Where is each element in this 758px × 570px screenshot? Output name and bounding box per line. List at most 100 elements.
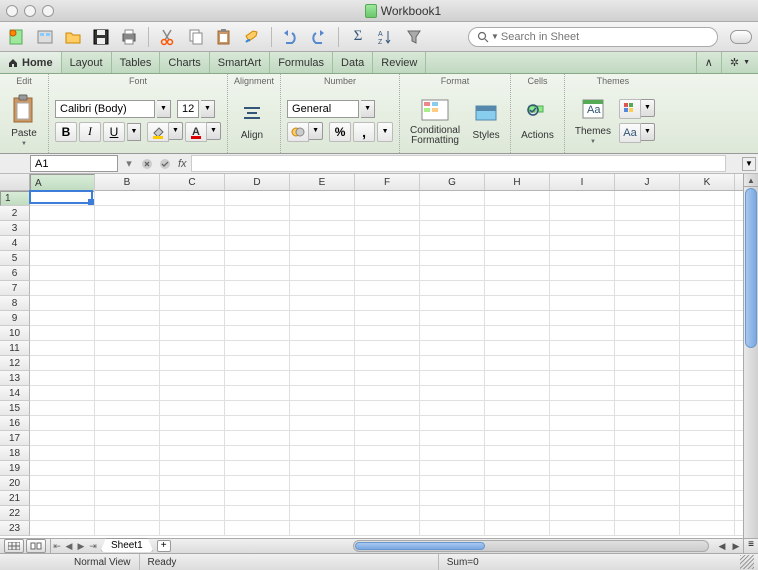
cell-J12[interactable] <box>615 356 680 371</box>
paste-big-button[interactable]: Paste ▼ <box>6 92 42 149</box>
row-header-10[interactable]: 10 <box>0 326 30 341</box>
sheet-tab-active[interactable]: Sheet1 <box>100 538 154 552</box>
cell-B7[interactable] <box>95 281 160 296</box>
cell-F8[interactable] <box>355 296 420 311</box>
scroll-left-arrow[interactable]: ◀ <box>715 541 729 552</box>
cell-E21[interactable] <box>290 491 355 506</box>
cell-C11[interactable] <box>160 341 225 356</box>
cell-E13[interactable] <box>290 371 355 386</box>
cell-G2[interactable] <box>420 206 485 221</box>
cell-E9[interactable] <box>290 311 355 326</box>
cell-D13[interactable] <box>225 371 290 386</box>
cell-K13[interactable] <box>680 371 735 386</box>
ribbon-settings-button[interactable]: ✲▼ <box>721 52 758 73</box>
cell-G11[interactable] <box>420 341 485 356</box>
cell-K12[interactable] <box>680 356 735 371</box>
row-header-9[interactable]: 9 <box>0 311 30 326</box>
cell-A8[interactable] <box>30 296 95 311</box>
cell-G7[interactable] <box>420 281 485 296</box>
cell-D3[interactable] <box>225 221 290 236</box>
column-header-E[interactable]: E <box>290 174 355 190</box>
row-header-2[interactable]: 2 <box>0 206 30 221</box>
cell-K21[interactable] <box>680 491 735 506</box>
cell-E1[interactable] <box>290 191 355 206</box>
scroll-right-arrow[interactable]: ▶ <box>729 541 743 552</box>
cell-H20[interactable] <box>485 476 550 491</box>
cell-G12[interactable] <box>420 356 485 371</box>
actions-button[interactable]: Actions <box>517 98 558 143</box>
font-color-dropdown[interactable]: ▼ <box>207 122 221 140</box>
cell-A17[interactable] <box>30 431 95 446</box>
cell-I3[interactable] <box>550 221 615 236</box>
cell-A5[interactable] <box>30 251 95 266</box>
cell-J16[interactable] <box>615 416 680 431</box>
cell-F21[interactable] <box>355 491 420 506</box>
minimize-window-button[interactable] <box>24 5 36 17</box>
cell-A14[interactable] <box>30 386 95 401</box>
cell-J20[interactable] <box>615 476 680 491</box>
undo-button[interactable] <box>280 26 302 48</box>
cell-H1[interactable] <box>485 191 550 206</box>
cell-F18[interactable] <box>355 446 420 461</box>
cell-C16[interactable] <box>160 416 225 431</box>
cell-C20[interactable] <box>160 476 225 491</box>
row-header-23[interactable]: 23 <box>0 521 30 536</box>
cell-G18[interactable] <box>420 446 485 461</box>
cell-G9[interactable] <box>420 311 485 326</box>
format-painter-button[interactable] <box>241 26 263 48</box>
fx-label[interactable]: fx <box>178 158 187 170</box>
cell-E22[interactable] <box>290 506 355 521</box>
cell-A1[interactable] <box>30 191 95 206</box>
cell-I1[interactable] <box>550 191 615 206</box>
cell-I2[interactable] <box>550 206 615 221</box>
select-all-corner[interactable] <box>0 174 30 190</box>
tab-tables[interactable]: Tables <box>112 52 161 73</box>
cell-K18[interactable] <box>680 446 735 461</box>
cell-G22[interactable] <box>420 506 485 521</box>
cell-E23[interactable] <box>290 521 355 536</box>
font-name-dropdown[interactable]: ▼ <box>157 100 171 118</box>
cell-B14[interactable] <box>95 386 160 401</box>
search-dropdown-icon[interactable]: ▼ <box>491 32 499 41</box>
cell-I18[interactable] <box>550 446 615 461</box>
cell-C23[interactable] <box>160 521 225 536</box>
cell-F2[interactable] <box>355 206 420 221</box>
cell-D16[interactable] <box>225 416 290 431</box>
print-button[interactable] <box>118 26 140 48</box>
cell-H13[interactable] <box>485 371 550 386</box>
theme-colors-dropdown[interactable]: ▼ <box>641 99 655 117</box>
cells-area[interactable] <box>30 191 743 536</box>
cell-J9[interactable] <box>615 311 680 326</box>
name-box[interactable]: A1 <box>30 155 118 172</box>
zoom-window-button[interactable] <box>42 5 54 17</box>
cell-B16[interactable] <box>95 416 160 431</box>
cell-H18[interactable] <box>485 446 550 461</box>
underline-button[interactable]: U <box>103 122 125 142</box>
cell-B20[interactable] <box>95 476 160 491</box>
cell-D9[interactable] <box>225 311 290 326</box>
cell-B23[interactable] <box>95 521 160 536</box>
cell-K3[interactable] <box>680 221 735 236</box>
cell-G5[interactable] <box>420 251 485 266</box>
cell-A15[interactable] <box>30 401 95 416</box>
cell-E15[interactable] <box>290 401 355 416</box>
cell-A2[interactable] <box>30 206 95 221</box>
cell-G1[interactable] <box>420 191 485 206</box>
cell-F15[interactable] <box>355 401 420 416</box>
horizontal-scrollbar[interactable] <box>353 540 709 552</box>
cell-G23[interactable] <box>420 521 485 536</box>
cell-G8[interactable] <box>420 296 485 311</box>
row-header-11[interactable]: 11 <box>0 341 30 356</box>
vertical-scrollbar[interactable]: ▲ <box>743 174 758 538</box>
theme-fonts-button[interactable]: Aa <box>619 123 641 143</box>
row-header-22[interactable]: 22 <box>0 506 30 521</box>
cell-G20[interactable] <box>420 476 485 491</box>
open-button[interactable] <box>62 26 84 48</box>
cell-C14[interactable] <box>160 386 225 401</box>
cell-D6[interactable] <box>225 266 290 281</box>
cell-I9[interactable] <box>550 311 615 326</box>
cell-H2[interactable] <box>485 206 550 221</box>
scroll-up-arrow[interactable]: ▲ <box>744 174 758 187</box>
cell-J4[interactable] <box>615 236 680 251</box>
row-header-17[interactable]: 17 <box>0 431 30 446</box>
